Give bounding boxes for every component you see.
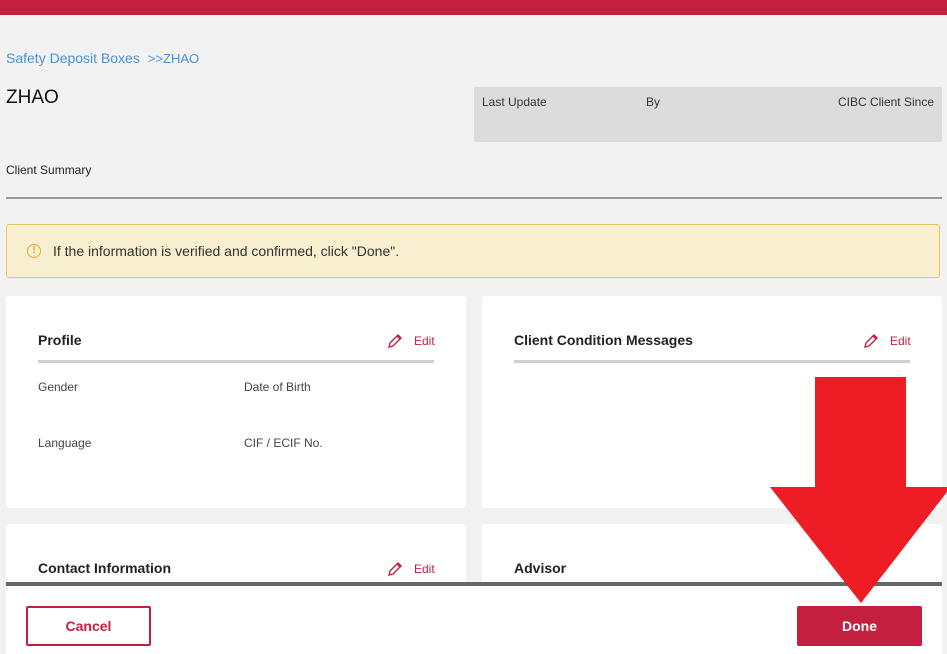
profile-card: Profile Edit Gender Date of Birth Langua… xyxy=(6,296,466,508)
summary-divider xyxy=(6,197,942,199)
gender-label: Gender xyxy=(38,380,79,394)
done-button[interactable]: Done xyxy=(797,606,922,646)
messages-edit-button[interactable]: Edit xyxy=(862,332,911,350)
last-update-label: Last Update xyxy=(482,95,547,109)
edit-label: Edit xyxy=(414,334,435,348)
client-meta-box: Last Update By CIBC Client Since xyxy=(474,87,942,142)
contact-title: Contact Information xyxy=(38,560,171,576)
alert-message: If the information is verified and confi… xyxy=(53,243,400,259)
breadcrumb: Safety Deposit Boxes >>ZHAO xyxy=(6,50,207,66)
breadcrumb-current[interactable]: >>ZHAO xyxy=(148,51,199,66)
top-brand-bar xyxy=(0,0,947,15)
client-since-label: CIBC Client Since xyxy=(837,95,934,109)
advisor-title: Advisor xyxy=(514,560,567,576)
pencil-icon xyxy=(864,334,878,348)
profile-edit-button[interactable]: Edit xyxy=(386,332,435,350)
edit-label: Edit xyxy=(890,334,911,348)
profile-title: Profile xyxy=(38,332,82,348)
by-label: By xyxy=(646,95,661,109)
messages-title: Client Condition Messages xyxy=(514,332,693,348)
pencil-icon xyxy=(388,334,402,348)
client-summary-tab[interactable]: Client Summary xyxy=(6,163,91,177)
breadcrumb-parent-link[interactable]: Safety Deposit Boxes xyxy=(6,50,140,66)
footer-action-bar: Cancel Done xyxy=(6,582,942,654)
pencil-icon xyxy=(388,562,402,576)
info-circle-icon: ! xyxy=(27,244,41,258)
profile-divider xyxy=(38,360,434,363)
language-label: Language xyxy=(38,436,92,450)
messages-divider xyxy=(514,360,910,363)
date-of-birth-label: Date of Birth xyxy=(244,380,311,394)
info-alert: ! If the information is verified and con… xyxy=(6,224,940,278)
client-condition-messages-card: Client Condition Messages Edit xyxy=(482,296,942,508)
client-name-title: ZHAO xyxy=(6,87,59,108)
cancel-button[interactable]: Cancel xyxy=(26,606,151,646)
edit-label: Edit xyxy=(414,562,435,576)
contact-edit-button[interactable]: Edit xyxy=(386,560,435,578)
cif-ecif-label: CIF / ECIF No. xyxy=(244,436,323,450)
